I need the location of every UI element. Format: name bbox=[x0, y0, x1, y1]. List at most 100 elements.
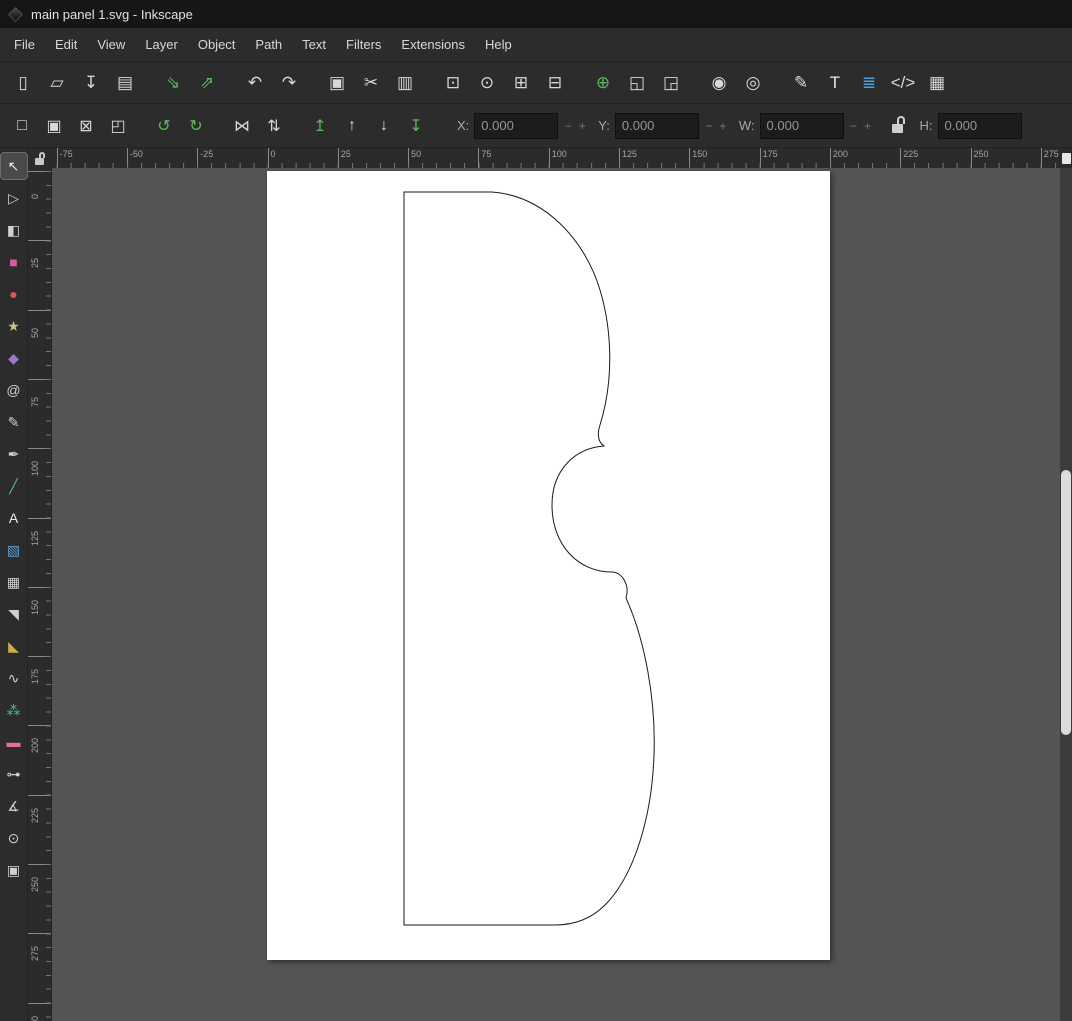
tool-measure[interactable]: ∡ bbox=[1, 793, 27, 819]
vertical-scrollbar[interactable] bbox=[1060, 168, 1072, 1021]
menu-path[interactable]: Path bbox=[245, 31, 292, 58]
cut-button[interactable]: ✂ bbox=[354, 67, 388, 99]
selection-bbox-toggle-button[interactable]: ◰ bbox=[102, 111, 134, 141]
group-button[interactable]: ◉ bbox=[702, 67, 736, 99]
tool-spiral[interactable]: @ bbox=[1, 377, 27, 403]
field-y-increment-button[interactable]: + bbox=[716, 113, 730, 139]
tweak-icon: ∿ bbox=[7, 670, 20, 686]
lower-to-bottom-button[interactable]: ↧ bbox=[400, 111, 432, 141]
unlink-clone-button[interactable]: ◲ bbox=[654, 67, 688, 99]
xml-editor-button[interactable]: </> bbox=[886, 67, 920, 99]
v-ruler-tick-label: 200 bbox=[30, 738, 40, 754]
tool-pages[interactable]: ▣ bbox=[1, 857, 27, 883]
tool-node-editor[interactable]: ▷ bbox=[1, 185, 27, 211]
field-h-input[interactable] bbox=[937, 112, 1022, 139]
vertical-ruler[interactable]: 0 25 50 75 100 125 150 175 200 225 250 275 300 bbox=[28, 168, 52, 1021]
canvas[interactable] bbox=[52, 168, 1060, 1021]
h-ruler-tick-label: 0 bbox=[270, 149, 276, 159]
rotate-90-cw-button[interactable]: ↻ bbox=[180, 111, 212, 141]
menu-layer[interactable]: Layer bbox=[135, 31, 188, 58]
field-y-input[interactable] bbox=[614, 112, 699, 139]
tool-pen[interactable]: ✒ bbox=[1, 441, 27, 467]
tool-box-3d[interactable]: ◆ bbox=[1, 345, 27, 371]
paste-button[interactable]: ▥ bbox=[388, 67, 422, 99]
h-ruler-tick-label: 250 bbox=[973, 149, 989, 159]
duplicate-button[interactable]: ⊕ bbox=[586, 67, 620, 99]
tool-shape-builder[interactable]: ◧ bbox=[1, 217, 27, 243]
field-y-decrement-button[interactable]: − bbox=[702, 113, 716, 139]
v-ruler-tick: 225 bbox=[28, 794, 51, 823]
zoom-page-button[interactable]: ⊞ bbox=[504, 67, 538, 99]
toolbox: ↖ ▷ ◧ ■ ● ★ ◆ @ ✎ ✒ ╱ A ▧ ▦ ◥ ◣ ∿ ⁂ ▬ ⊶ ∡ ⊙ ▣ bbox=[0, 148, 28, 1021]
redo-button[interactable]: ↷ bbox=[272, 67, 306, 99]
tool-mesh-gradient[interactable]: ▦ bbox=[1, 569, 27, 595]
tool-gradient[interactable]: ▧ bbox=[1, 537, 27, 563]
field-w-input[interactable] bbox=[759, 112, 844, 139]
violin-outline-path[interactable] bbox=[403, 191, 655, 926]
tool-rectangle[interactable]: ■ bbox=[1, 249, 27, 275]
copy-button[interactable]: ▣ bbox=[320, 67, 354, 99]
field-x-increment-button[interactable]: + bbox=[575, 113, 589, 139]
guide-lock-corner[interactable] bbox=[28, 148, 52, 168]
ungroup-button[interactable]: ◎ bbox=[736, 67, 770, 99]
lock-ratio-button[interactable] bbox=[887, 113, 911, 139]
align-distribute-dialog-button[interactable]: ▦ bbox=[920, 67, 954, 99]
text-dialog-button[interactable]: T bbox=[818, 67, 852, 99]
field-w-increment-button[interactable]: + bbox=[861, 113, 875, 139]
tool-spray[interactable]: ⁂ bbox=[1, 697, 27, 723]
field-w-decrement-button[interactable]: − bbox=[847, 113, 861, 139]
tool-selector[interactable]: ↖ bbox=[0, 152, 28, 180]
command-group-2: ↶ ↷ bbox=[238, 67, 306, 99]
document-page[interactable] bbox=[267, 171, 830, 960]
rotate-90-ccw-button[interactable]: ↺ bbox=[148, 111, 180, 141]
menu-edit[interactable]: Edit bbox=[45, 31, 87, 58]
zoom-page-width-button[interactable]: ⊟ bbox=[538, 67, 572, 99]
import-button[interactable]: ⇘ bbox=[156, 67, 190, 99]
field-x-decrement-button[interactable]: − bbox=[561, 113, 575, 139]
flip-vertical-button[interactable]: ⇅ bbox=[258, 111, 290, 141]
raise-button[interactable]: ↑ bbox=[336, 111, 368, 141]
tool-connector[interactable]: ⊶ bbox=[1, 761, 27, 787]
zoom-selection-button[interactable]: ⊡ bbox=[436, 67, 470, 99]
select-all-button[interactable]: □ bbox=[6, 111, 38, 141]
create-clone-button[interactable]: ◱ bbox=[620, 67, 654, 99]
new-document-button[interactable]: ▯ bbox=[6, 67, 40, 99]
horizontal-ruler[interactable]: -75 -50 -25 0 25 50 75 100 125 150 175 200 225 250 275 bbox=[52, 148, 1060, 168]
h-ruler-tick-label: 275 bbox=[1043, 149, 1059, 159]
deselect-button[interactable]: ⊠ bbox=[70, 111, 102, 141]
select-all-layers-button[interactable]: ▣ bbox=[38, 111, 70, 141]
field-x-input[interactable] bbox=[474, 112, 559, 139]
menu-view[interactable]: View bbox=[87, 31, 135, 58]
tool-pencil[interactable]: ✎ bbox=[1, 409, 27, 435]
tool-zoom[interactable]: ⊙ bbox=[1, 825, 27, 851]
tool-eraser[interactable]: ▬ bbox=[1, 729, 27, 755]
print-button[interactable]: ▤ bbox=[108, 67, 142, 99]
lock-shackle bbox=[896, 115, 905, 124]
tool-ellipse[interactable]: ● bbox=[1, 281, 27, 307]
tool-tweak[interactable]: ∿ bbox=[1, 665, 27, 691]
menu-file[interactable]: File bbox=[4, 31, 45, 58]
menu-extensions[interactable]: Extensions bbox=[391, 31, 475, 58]
mesh-gradient-icon: ▦ bbox=[6, 574, 21, 590]
lower-button[interactable]: ↓ bbox=[368, 111, 400, 141]
raise-to-top-button[interactable]: ↥ bbox=[304, 111, 336, 141]
tool-dropper[interactable]: ◥ bbox=[1, 601, 27, 627]
export-button[interactable]: ⇗ bbox=[190, 67, 224, 99]
menu-help[interactable]: Help bbox=[475, 31, 522, 58]
layers-dialog-button[interactable]: ≣ bbox=[852, 67, 886, 99]
fill-stroke-dialog-button[interactable]: ✎ bbox=[784, 67, 818, 99]
undo-button[interactable]: ↶ bbox=[238, 67, 272, 99]
menu-filters[interactable]: Filters bbox=[336, 31, 391, 58]
save-document-button[interactable]: ↧ bbox=[74, 67, 108, 99]
tool-text[interactable]: A bbox=[1, 505, 27, 531]
menu-object[interactable]: Object bbox=[188, 31, 246, 58]
ruler-corner-button[interactable] bbox=[1060, 148, 1072, 168]
tool-calligraphy[interactable]: ╱ bbox=[1, 473, 27, 499]
menu-text[interactable]: Text bbox=[292, 31, 336, 58]
tool-star[interactable]: ★ bbox=[1, 313, 27, 339]
flip-horizontal-button[interactable]: ⋈ bbox=[226, 111, 258, 141]
tool-paint-bucket[interactable]: ◣ bbox=[1, 633, 27, 659]
open-document-button[interactable]: ▱ bbox=[40, 67, 74, 99]
vertical-scrollbar-thumb[interactable] bbox=[1061, 470, 1071, 735]
zoom-drawing-button[interactable]: ⊙ bbox=[470, 67, 504, 99]
